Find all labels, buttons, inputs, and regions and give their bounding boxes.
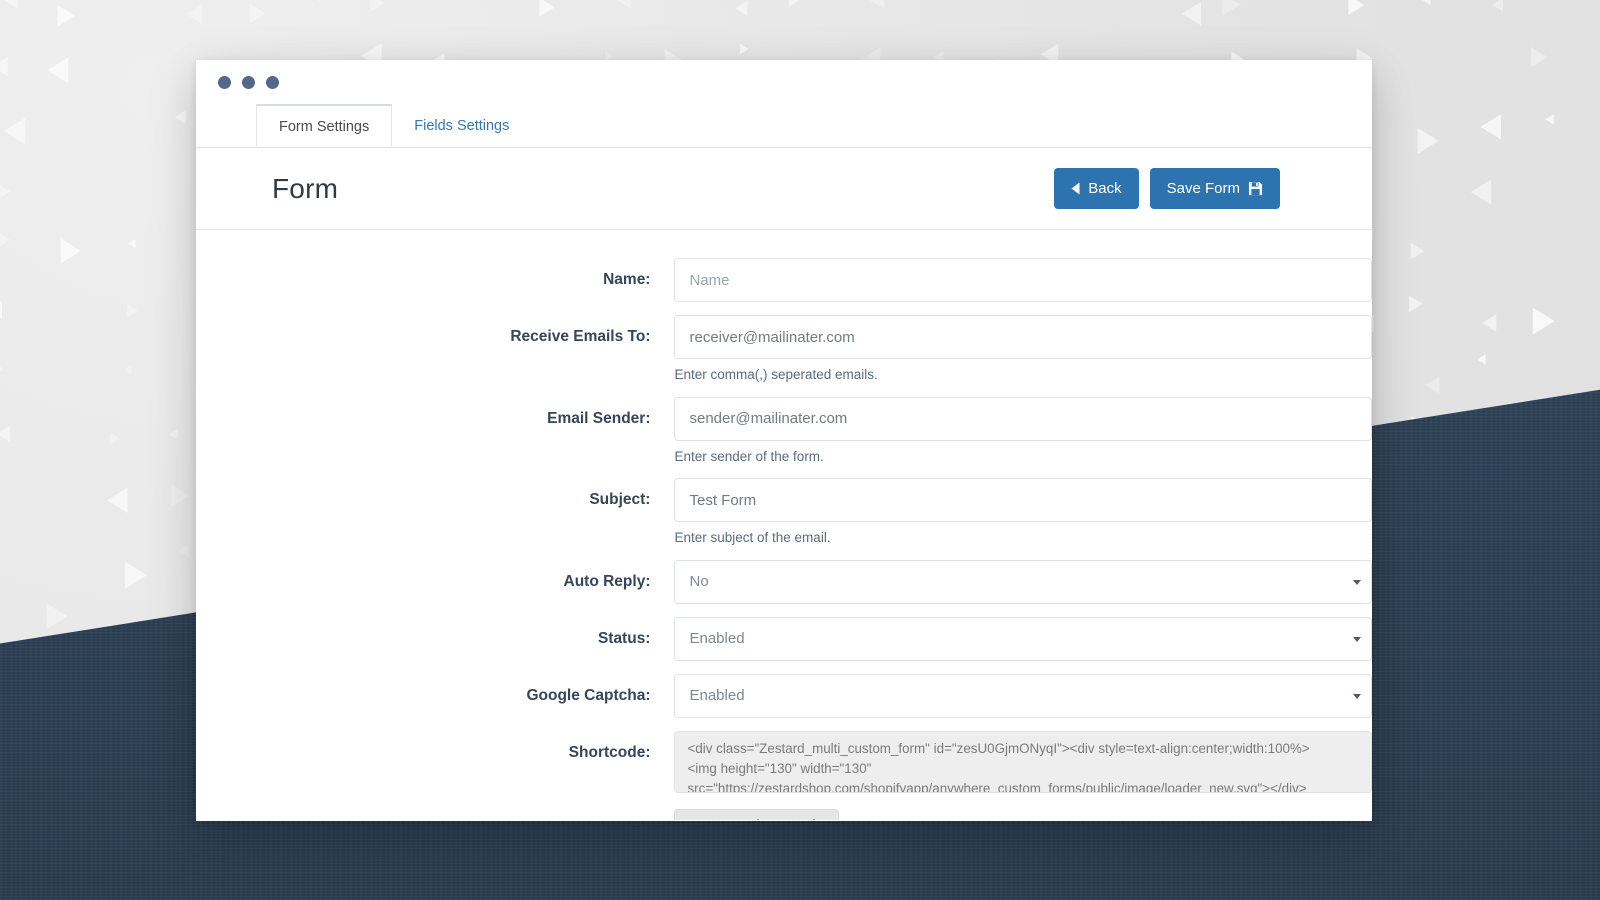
form-row-google-captcha: Google Captcha: Enabled xyxy=(196,673,1372,718)
google-captcha-select[interactable]: Enabled xyxy=(674,673,1372,718)
name-input[interactable] xyxy=(674,258,1372,302)
select-wrap-auto-reply: No xyxy=(674,559,1372,604)
save-form-button-label: Save Form xyxy=(1166,180,1240,197)
window-dot-1-icon[interactable] xyxy=(218,75,231,89)
tab-fields-settings[interactable]: Fields Settings xyxy=(392,104,532,147)
page-title: Form xyxy=(272,172,339,204)
tab-bar: Form Settings Fields Settings xyxy=(196,104,1372,148)
label-status: Status: xyxy=(597,629,651,647)
tab-fields-settings-label: Fields Settings xyxy=(414,117,510,134)
copy-short-code-button[interactable]: Copy Short Code xyxy=(674,808,840,820)
caret-left-icon xyxy=(1071,182,1080,195)
email-sender-input[interactable] xyxy=(674,396,1372,441)
auto-reply-select[interactable]: No xyxy=(674,559,1372,604)
status-select[interactable]: Enabled xyxy=(674,616,1372,661)
control-wrap-name xyxy=(674,258,1372,302)
window-titlebar xyxy=(196,60,1372,104)
label-google-captcha: Google Captcha: xyxy=(526,686,651,704)
page-header: Form Back Save Form xyxy=(196,148,1372,230)
form-row-name: Name: xyxy=(196,258,1372,302)
select-wrap-status: Enabled xyxy=(674,616,1372,661)
control-wrap-email-sender: Enter sender of the form. xyxy=(674,396,1372,466)
help-subject: Enter subject of the email. xyxy=(674,530,831,546)
control-wrap-auto-reply: No xyxy=(674,559,1372,604)
label-subject: Subject: xyxy=(589,491,651,509)
label-shortcode: Shortcode: xyxy=(568,743,651,761)
help-email-sender: Enter sender of the form. xyxy=(674,448,824,464)
help-receive-emails-to: Enter comma(,) seperated emails. xyxy=(674,367,878,382)
label-auto-reply: Auto Reply: xyxy=(563,572,651,590)
form-row-status: Status: Enabled xyxy=(196,616,1372,661)
control-wrap-subject: Enter subject of the email. xyxy=(674,478,1372,547)
control-wrap-shortcode: <div class="Zestard_multi_custom_form" i… xyxy=(674,730,1372,820)
control-wrap-status: Enabled xyxy=(674,616,1372,661)
window-dot-2-icon[interactable] xyxy=(242,75,255,89)
save-form-button[interactable]: Save Form xyxy=(1149,168,1280,209)
receive-emails-to-input[interactable] xyxy=(674,315,1372,359)
label-receive-emails-to: Receive Emails To: xyxy=(510,328,651,345)
form-row-email-sender: Email Sender: Enter sender of the form. xyxy=(196,396,1372,466)
back-button-label: Back xyxy=(1088,180,1122,197)
back-button[interactable]: Back xyxy=(1054,168,1139,209)
window-dot-3-icon[interactable] xyxy=(266,75,279,89)
subject-input[interactable] xyxy=(674,478,1372,523)
form-row-auto-reply: Auto Reply: No xyxy=(196,559,1372,604)
form-row-shortcode: Shortcode: <div class="Zestard_multi_cus… xyxy=(196,730,1372,820)
header-actions: Back Save Form xyxy=(1054,168,1280,209)
tab-form-settings[interactable]: Form Settings xyxy=(256,104,393,147)
app-window: Form Settings Fields Settings Form Back … xyxy=(196,60,1372,821)
label-email-sender: Email Sender: xyxy=(547,409,651,427)
form-row-receive-emails-to: Receive Emails To: Enter comma(,) sepera… xyxy=(196,315,1372,384)
floppy-disk-save-icon xyxy=(1248,181,1263,196)
control-wrap-receive-emails-to: Enter comma(,) seperated emails. xyxy=(674,315,1372,384)
tab-form-settings-label: Form Settings xyxy=(279,118,370,135)
shortcode-textarea[interactable]: <div class="Zestard_multi_custom_form" i… xyxy=(674,730,1372,793)
control-wrap-google-captcha: Enabled xyxy=(674,673,1372,718)
select-wrap-google-captcha: Enabled xyxy=(674,673,1372,718)
form-row-subject: Subject: Enter subject of the email. xyxy=(196,478,1372,547)
form-body: Name: Receive Emails To: Enter comma(,) … xyxy=(196,230,1372,820)
label-name: Name: xyxy=(603,271,651,288)
copy-short-code-label: Copy Short Code xyxy=(705,818,824,820)
